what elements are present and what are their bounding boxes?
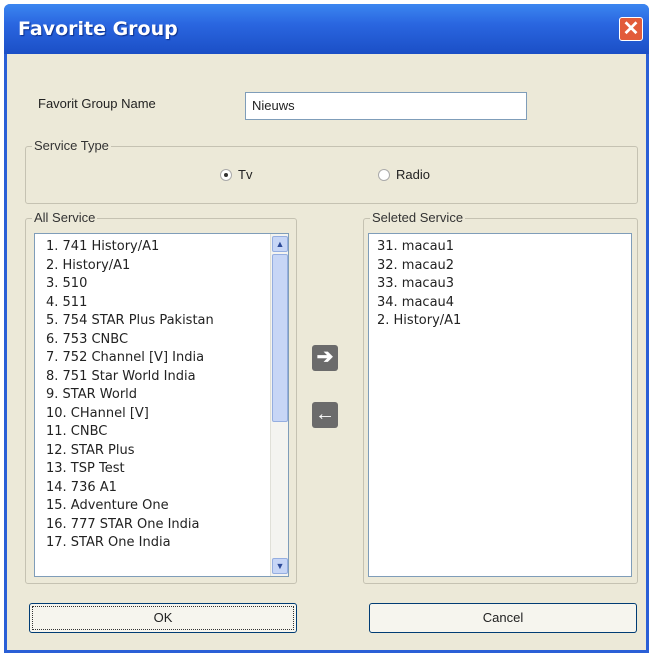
scroll-down-button[interactable]: ▼ [272, 558, 288, 574]
list-item[interactable]: 10. CHannel [V] [46, 405, 266, 424]
selected-service-list[interactable]: 31. macau1 32. macau2 33. macau3 34. macau4… [368, 233, 632, 577]
title-bar: Favorite Group ✕ [4, 4, 649, 54]
favorite-group-dialog: Favorite Group ✕ Favorit Group Name Nieu… [4, 4, 649, 653]
list-item[interactable]: 16. 777 STAR One India [46, 516, 266, 535]
list-item[interactable]: 5. 754 STAR Plus Pakistan [46, 312, 266, 331]
radio-radio[interactable]: Radio [378, 167, 430, 182]
list-item[interactable]: 31. macau1 [377, 238, 623, 257]
list-item[interactable]: 1. 741 History/A1 [46, 238, 266, 257]
all-service-scrollbar[interactable]: ▲ ▼ [270, 234, 288, 576]
list-item[interactable]: 8. 751 Star World India [46, 368, 266, 387]
chevron-up-icon: ▲ [275, 239, 285, 249]
close-button[interactable]: ✕ [619, 17, 643, 41]
all-service-label: All Service [32, 210, 98, 225]
list-item[interactable]: 6. 753 CNBC [46, 331, 266, 350]
radio-tv[interactable]: Tv [220, 167, 252, 182]
selected-service-label: Seleted Service [370, 210, 466, 225]
list-item[interactable]: 33. macau3 [377, 275, 623, 294]
list-item[interactable]: 7. 752 Channel [V] India [46, 349, 266, 368]
list-item[interactable]: 15. Adventure One [46, 497, 266, 516]
close-icon: ✕ [622, 18, 640, 40]
list-item[interactable]: 11. CNBC [46, 423, 266, 442]
radio-tv-indicator [220, 168, 232, 181]
list-item[interactable]: 34. macau4 [377, 294, 623, 313]
radio-radio-indicator [378, 168, 390, 181]
list-item[interactable]: 9. STAR World [46, 386, 266, 405]
group-name-input[interactable]: Nieuws [245, 92, 527, 120]
radio-radio-label: Radio [396, 167, 430, 182]
scroll-up-button[interactable]: ▲ [272, 236, 288, 252]
move-left-button[interactable]: ← [312, 402, 338, 428]
cancel-button[interactable]: Cancel [369, 603, 637, 633]
list-item[interactable]: 17. STAR One India [46, 534, 266, 553]
list-item[interactable]: 2. History/A1 [377, 312, 623, 331]
list-item[interactable]: 14. 736 A1 [46, 479, 266, 498]
list-item[interactable]: 3. 510 [46, 275, 266, 294]
chevron-down-icon: ▼ [275, 561, 285, 571]
list-item[interactable]: 12. STAR Plus [46, 442, 266, 461]
list-item[interactable]: 2. History/A1 [46, 257, 266, 276]
list-item[interactable]: 32. macau2 [377, 257, 623, 276]
list-item[interactable]: 13. TSP Test [46, 460, 266, 479]
service-type-label: Service Type [32, 138, 111, 153]
all-service-group: All Service 1. 741 History/A1 2. History/… [25, 210, 297, 584]
radio-tv-label: Tv [238, 167, 253, 182]
list-item[interactable]: 4. 511 [46, 294, 266, 313]
dialog-title: Favorite Group [18, 18, 178, 40]
all-service-list[interactable]: 1. 741 History/A1 2. History/A1 3. 510 4. 5… [34, 233, 289, 577]
ok-button[interactable]: OK [29, 603, 297, 633]
arrow-left-icon: ← [315, 403, 335, 425]
service-type-group: Service Type Tv Radio [25, 138, 638, 204]
move-right-button[interactable]: ➔ [312, 345, 338, 371]
scroll-thumb[interactable] [272, 254, 288, 422]
arrow-right-icon: ➔ [316, 346, 334, 368]
selected-service-group: Seleted Service 31. macau1 32. macau2 33. … [363, 210, 638, 584]
group-name-label: Favorit Group Name [38, 96, 156, 111]
